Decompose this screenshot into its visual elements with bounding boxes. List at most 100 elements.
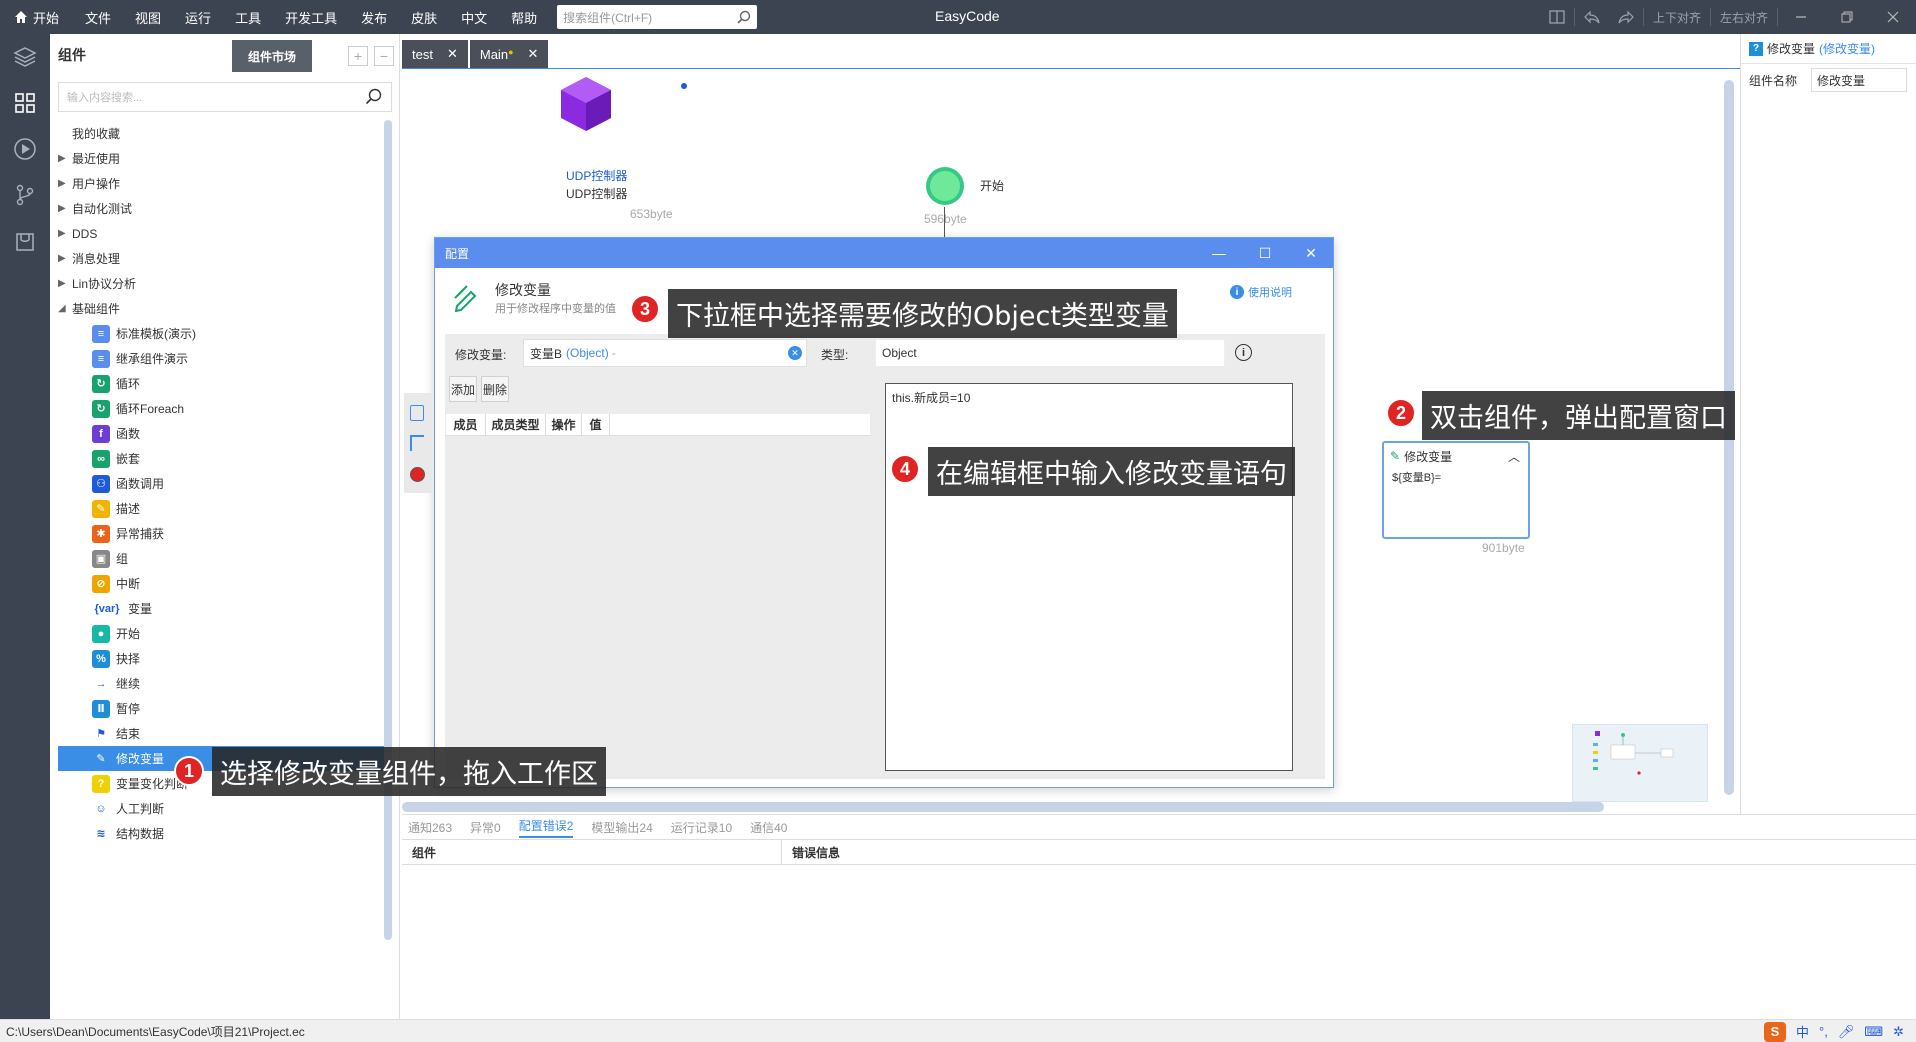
tree-component-item[interactable]: ✎ 描述	[58, 496, 384, 521]
tree-component-item[interactable]: ↻ 循环Foreach	[58, 396, 384, 421]
tree-component-item[interactable]: ⊘ 中断	[58, 571, 384, 596]
minimap[interactable]	[1572, 724, 1708, 802]
component-search-input[interactable]: 搜索组件(Ctrl+F)	[557, 5, 758, 29]
menu-tools[interactable]: 工具	[223, 8, 273, 27]
dialog-titlebar[interactable]: 配置 — ☐ ✕	[435, 238, 1333, 268]
tree-group-item[interactable]: ▶ DDS	[58, 221, 384, 246]
tree-component-item[interactable]: ☺ 人工判断	[58, 796, 384, 821]
canvas-horizontal-scrollbar[interactable]	[402, 802, 1604, 812]
tree-group-item[interactable]: 我的收藏	[58, 121, 384, 146]
package-icon[interactable]	[0, 218, 50, 264]
caret-right-icon[interactable]: ▶	[58, 228, 72, 239]
tree-component-item[interactable]: ↻ 循环	[58, 371, 384, 396]
record-icon[interactable]	[410, 467, 425, 482]
menu-skin[interactable]: 皮肤	[399, 8, 449, 27]
output-tab[interactable]: 通信40	[750, 819, 787, 836]
tree-component-item[interactable]: → 继续	[58, 671, 384, 696]
close-icon[interactable]: ✕	[447, 46, 458, 62]
start-node[interactable]	[924, 165, 966, 207]
tree-component-item[interactable]: ▣ 组	[58, 546, 384, 571]
menu-devtools[interactable]: 开发工具	[273, 8, 349, 27]
tree-group-item[interactable]: ▶ 最近使用	[58, 146, 384, 171]
caret-expanded-icon[interactable]: ◢	[58, 303, 72, 314]
panel-scrollbar[interactable]	[384, 120, 392, 940]
caret-right-icon[interactable]: ▶	[58, 278, 72, 289]
copy-icon[interactable]	[410, 405, 424, 421]
output-tab[interactable]: 通知263	[408, 819, 452, 836]
align-vertical-button[interactable]: 上下对齐	[1644, 0, 1710, 34]
output-tab[interactable]: 运行记录10	[671, 819, 732, 836]
tree-group-item[interactable]: ▶ Lin协议分析	[58, 271, 384, 296]
code-editor[interactable]: this.新成员=10	[885, 383, 1293, 771]
tree-component-item[interactable]: ⚑ 结束	[58, 721, 384, 746]
close-icon[interactable]: ✕	[1289, 238, 1333, 268]
udp-controller-node[interactable]	[557, 75, 615, 133]
search-icon[interactable]	[365, 88, 383, 106]
tab-main[interactable]: Main● ✕	[469, 40, 549, 68]
output-tab[interactable]: 异常0	[470, 819, 501, 836]
keyboard-icon[interactable]: ⌨	[1864, 1024, 1883, 1040]
punctuation-icon[interactable]: °,	[1819, 1024, 1828, 1039]
layout-icon[interactable]	[1540, 0, 1574, 34]
tree-component-item[interactable]: ≡ 继承组件演示	[58, 346, 384, 371]
tree-component-item[interactable]: ≡ 标准模板(演示)	[58, 321, 384, 346]
tab-test[interactable]: test ✕	[402, 40, 468, 68]
delete-member-button[interactable]: 删除	[481, 376, 509, 402]
search-icon[interactable]	[737, 10, 751, 24]
caret-right-icon[interactable]: ▶	[58, 178, 72, 189]
tree-component-item[interactable]: ✱ 异常捕获	[58, 521, 384, 546]
tree-component-item[interactable]: {var} 变量	[58, 596, 384, 621]
play-circle-icon[interactable]	[0, 126, 50, 172]
minimize-icon[interactable]	[1778, 0, 1824, 34]
tree-component-item[interactable]: % 抉择	[58, 646, 384, 671]
tree-component-item[interactable]: ≋ 结构数据	[58, 821, 384, 846]
microphone-icon[interactable]: 🎤︎	[1838, 1024, 1855, 1040]
tree-group-item[interactable]: ◢ 基础组件	[58, 296, 384, 321]
menu-view[interactable]: 视图	[123, 8, 173, 27]
close-window-icon[interactable]	[1870, 0, 1916, 34]
tree-structure-icon[interactable]	[410, 435, 424, 451]
caret-right-icon[interactable]: ▶	[58, 153, 72, 164]
variable-select[interactable]: 变量B (Object) - ✕	[523, 339, 807, 367]
tree-component-item[interactable]: ⚇ 函数调用	[58, 471, 384, 496]
modify-variable-node[interactable]: ✎ 修改变量 ︿ ${变量B}=	[1382, 441, 1530, 539]
align-horizontal-button[interactable]: 左右对齐	[1711, 0, 1777, 34]
minimize-icon[interactable]: —	[1197, 238, 1241, 268]
menu-help[interactable]: 帮助	[499, 8, 549, 27]
menu-file[interactable]: 文件	[73, 8, 123, 27]
ime-language[interactable]: 中	[1796, 1022, 1809, 1041]
tree-group-item[interactable]: ▶ 自动化测试	[58, 196, 384, 221]
expand-all-icon[interactable]: +	[348, 46, 368, 66]
close-icon[interactable]: ✕	[528, 46, 539, 62]
add-member-button[interactable]: 添加	[449, 376, 477, 402]
component-market-button[interactable]: 组件市场	[232, 40, 312, 72]
components-grid-icon[interactable]	[0, 80, 50, 126]
redo-icon[interactable]	[1609, 0, 1643, 34]
tree-component-item[interactable]: ● 开始	[58, 621, 384, 646]
component-name-input[interactable]: 修改变量	[1811, 68, 1908, 92]
tree-group-item[interactable]: ▶ 用户操作	[58, 171, 384, 196]
collapse-all-icon[interactable]: −	[374, 46, 394, 66]
maximize-icon[interactable]: ☐	[1243, 238, 1287, 268]
menu-run[interactable]: 运行	[173, 8, 223, 27]
layers-icon[interactable]	[0, 34, 50, 80]
menu-language[interactable]: 中文	[449, 8, 499, 27]
sogou-logo-icon[interactable]: S	[1763, 1021, 1786, 1042]
caret-right-icon[interactable]: ▶	[58, 203, 72, 214]
panel-search-input[interactable]: 输入内容搜索...	[58, 82, 392, 112]
menu-start[interactable]: 开始	[0, 8, 73, 27]
restore-icon[interactable]	[1824, 0, 1870, 34]
menu-publish[interactable]: 发布	[349, 8, 399, 27]
tree-component-item[interactable]: ∞ 嵌套	[58, 446, 384, 471]
tools-icon[interactable]: ✲	[1893, 1024, 1904, 1040]
output-tab[interactable]: 配置错误2	[518, 817, 574, 838]
output-tab[interactable]: 模型输出24	[591, 819, 652, 836]
tree-group-item[interactable]: ▶ 消息处理	[58, 246, 384, 271]
branch-icon[interactable]	[0, 172, 50, 218]
tree-component-item[interactable]: f 函数	[58, 421, 384, 446]
clear-icon[interactable]: ✕	[788, 346, 802, 360]
collapse-chevron-icon[interactable]: ︿	[1508, 448, 1520, 465]
tree-component-item[interactable]: Ⅱ 暂停	[58, 696, 384, 721]
help-icon[interactable]: ?	[1749, 41, 1763, 56]
info-circle-icon[interactable]: i	[1235, 344, 1252, 361]
